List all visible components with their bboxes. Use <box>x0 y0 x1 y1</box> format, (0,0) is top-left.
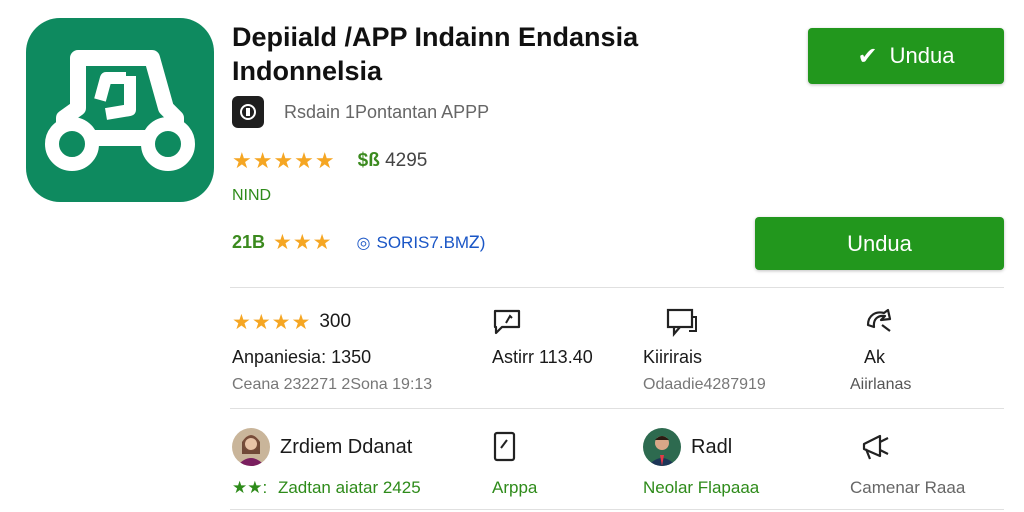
ratings-summary-cell[interactable]: ★★★★ 300 Anpaniesia: 1350 Ceana 232271 2… <box>232 307 432 394</box>
download-button-label: Undua <box>847 230 912 256</box>
price-currency: $ß <box>357 150 380 171</box>
download-count: 21B <box>232 232 266 252</box>
phone-cell[interactable]: Arppa <box>492 428 537 498</box>
developer-logo-icon <box>232 96 264 128</box>
contact-avatar <box>643 428 681 466</box>
message-icon <box>643 307 766 337</box>
stats-stars: ★★★ <box>273 231 333 254</box>
divider-bottom <box>230 509 1004 510</box>
check-icon: ✔ <box>857 42 878 70</box>
divider-top <box>230 287 1004 288</box>
share-sub: Aiirlanas <box>850 376 912 393</box>
messages-sub: Odaadie4287919 <box>643 376 766 393</box>
summary-stars: ★★★★ <box>232 310 312 334</box>
developer-name: Rsdain 1Pontantan APPP <box>284 101 490 122</box>
messages-label: Kiirirais <box>643 347 703 367</box>
price: $ß 4295 <box>358 150 428 172</box>
share-label: Ak <box>864 347 886 367</box>
reviewer-stars: ★★: <box>232 478 268 497</box>
summary-count: 300 <box>319 311 352 332</box>
stats-row: 21B ★★★ ◎ SORIS7.BMᏃ) <box>232 230 485 255</box>
developer-row[interactable]: Rsdain 1Pontantan APPP <box>232 96 489 128</box>
rating-row: ★★★★★ $ß 4295 <box>232 148 427 174</box>
globe-icon: ◎ <box>356 234 371 252</box>
app-title: Depiiald /APP Indainn Endansia Indonnels… <box>232 22 639 86</box>
region-label: NIND <box>232 187 272 204</box>
contact-subtext: Neolar Flapaaa <box>643 478 760 497</box>
messages-cell[interactable]: Kiirirais Odaadie4287919 <box>643 307 766 394</box>
rating-stars: ★★★★★ <box>232 148 336 173</box>
phone-label: Arppa <box>492 478 538 497</box>
app-icon <box>26 18 214 202</box>
website-link-label: SORIS7.BMᏃ) <box>376 232 486 252</box>
website-link[interactable]: ◎ SORIS7.BMᏃ) <box>357 233 486 253</box>
reviews-label: Astirr 113.40 <box>492 347 593 367</box>
divider-middle <box>230 408 1004 409</box>
megaphone-icon <box>850 428 965 466</box>
install-button[interactable]: ✔ Undua <box>808 28 1004 84</box>
share-icon <box>850 307 911 337</box>
price-value: 4295 <box>385 150 428 171</box>
chat-icon <box>492 307 593 337</box>
contact-cell[interactable]: Radl Neolar Flapaaa <box>643 428 759 498</box>
reviewer-avatar <box>232 428 270 466</box>
reviewer-name: Zrdiem Ddanat <box>280 435 413 458</box>
reviews-cell[interactable]: Astirr 113.40 <box>492 307 593 368</box>
install-button-label: Undua <box>889 43 955 68</box>
summary-line2: Anpaniesia: 1350 <box>232 347 372 367</box>
reviewer-cell[interactable]: Zrdiem Ddanat ★★: Zadtan aiatar 2425 <box>232 428 421 498</box>
car-icon <box>45 50 195 171</box>
announce-subtext: Camenar Raaa <box>850 478 966 497</box>
contact-name: Radl <box>691 435 733 458</box>
share-cell[interactable]: Ak Aiirlanas <box>850 307 911 394</box>
summary-line3: Ceana 232271 2Sona 19:13 <box>232 376 433 393</box>
download-button[interactable]: Undua <box>755 217 1004 270</box>
reviewer-subtext: Zadtan aiatar 2425 <box>277 478 421 497</box>
announce-cell[interactable]: Camenar Raaa <box>850 428 965 498</box>
phone-icon <box>492 428 537 466</box>
